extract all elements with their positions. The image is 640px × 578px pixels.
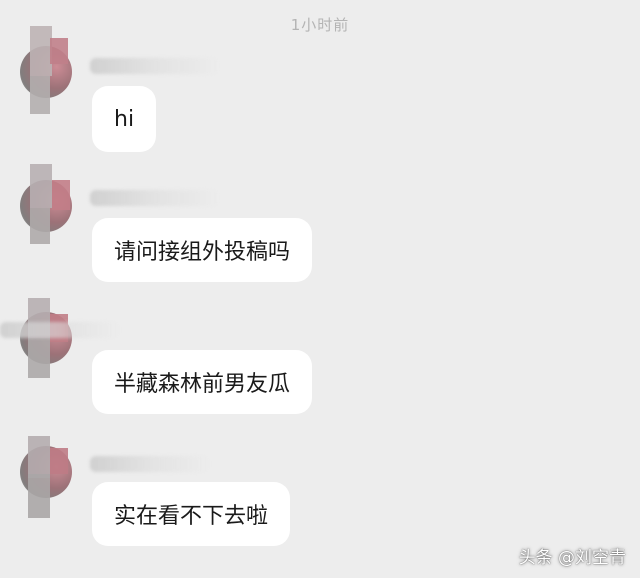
sender-avatar[interactable] — [20, 164, 72, 244]
message-timestamp: 1小时前 — [290, 16, 350, 34]
sender-avatar[interactable] — [20, 298, 72, 378]
sender-avatar[interactable] — [20, 436, 72, 518]
message-bubble[interactable]: 请问接组外投稿吗 — [92, 218, 313, 282]
sender-name-blurred — [0, 322, 120, 338]
sender-name-blurred — [90, 58, 220, 74]
message-bubble[interactable]: 实在看不下去啦 — [92, 482, 291, 546]
sender-name-blurred — [90, 456, 210, 472]
watermark: 头条 @刘空青 — [518, 548, 626, 568]
sender-name-blurred — [90, 190, 220, 206]
sender-avatar[interactable] — [20, 26, 72, 114]
message-bubble[interactable]: hi — [92, 86, 157, 152]
message-bubble[interactable]: 半藏森林前男友瓜 — [92, 350, 313, 414]
